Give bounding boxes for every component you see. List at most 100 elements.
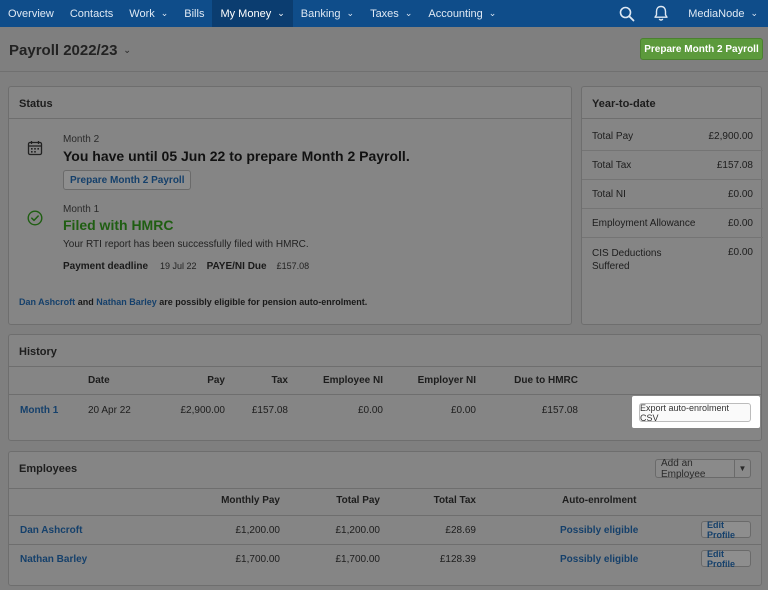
ytd-heading: Year-to-date [582,87,761,119]
divider [582,208,763,209]
page-title-text: Payroll 2022/23 [9,42,118,59]
history-pay: £2,900.00 [180,405,226,416]
nav-label: Taxes [370,7,399,20]
org-switcher[interactable]: MediaNode ⌄ [682,8,768,20]
history-tax: £157.08 [251,405,288,416]
ytd-panel: Year-to-date Total Pay £2,900.00 Total Ta… [581,86,763,325]
export-csv-button[interactable]: Export auto-enrolment CSV [639,403,751,423]
nav-label: Work [129,7,155,20]
employees-heading: Employees [9,452,761,489]
column-header: Tax [271,375,289,386]
paye-value: £157.08 [276,261,310,271]
ytd-value: £0.00 [727,189,753,200]
employee-total-tax: £28.69 [445,525,476,536]
employee-total-pay: £1,200.00 [335,525,381,536]
nav-work[interactable]: Work ⌄ [121,0,176,27]
employees-panel: Employees [8,451,762,586]
nav-label: Contacts [69,7,114,20]
check-circle-icon [27,210,43,229]
column-header: Date [88,375,110,386]
employee-name-link[interactable]: Nathan Barley [20,554,87,565]
divider [9,515,762,516]
employee-monthly-pay: £1,200.00 [235,525,281,536]
ytd-row: CIS Deductions Suffered £0.00 [582,247,763,273]
history-date: 20 Apr 22 [88,405,131,416]
add-employee-label: Add an Employee [661,457,706,480]
ytd-row: Employment Allowance £0.00 [582,218,763,229]
pension-suffix: are possibly eligible for pension auto-e… [159,297,368,307]
employee-total-pay: £1,700.00 [335,554,381,565]
nav-banking[interactable]: Banking ⌄ [293,0,362,27]
edit-profile-button[interactable]: Edit Profile [701,520,751,540]
ytd-label: Total NI [592,189,626,200]
employee-monthly-pay: £1,700.00 [235,554,281,565]
nav-label: Overview [8,7,54,20]
status-heading: Status [9,87,571,119]
calendar-icon [27,140,43,159]
ytd-row: Total Pay £2,900.00 [582,131,763,142]
nav-overview[interactable]: Overview [0,0,62,27]
column-header: Monthly Pay [221,495,280,506]
ytd-label: CIS Deductions Suffered [592,248,662,272]
history-due: £157.08 [541,405,578,416]
history-period-link[interactable]: Month 1 [20,405,58,416]
auto-enrolment-status-link[interactable]: Possibly eligible [560,554,638,565]
nav-my-money[interactable]: My Money ⌄ [212,0,293,27]
upcoming-payroll: Month 2 You have until 05 Jun 22 to prep… [63,134,410,190]
status-panel: Status Month 2 You have until 05 Jun 22 … [8,86,572,325]
chevron-down-icon[interactable]: ▼ [734,460,750,477]
divider [582,237,763,238]
nav-accounting[interactable]: Accounting ⌄ [420,0,504,27]
upcoming-period: Month 2 [63,134,100,145]
nav-contacts[interactable]: Contacts [62,0,121,27]
ytd-value: £0.00 [727,218,753,229]
history-employer-ni: £0.00 [450,405,476,416]
chevron-down-icon: ⌄ [277,8,285,18]
divider [9,544,762,545]
chevron-down-icon: ⌄ [160,8,169,18]
nav-label: Bills [184,7,205,20]
page-title[interactable]: Payroll 2022/23 ⌄ [9,42,131,59]
column-header: Employee NI [322,375,383,386]
filed-period: Month 1 [63,204,100,215]
prepare-payroll-button[interactable]: Prepare Month 2 Payroll [640,38,763,60]
nav-label: My Money [220,7,272,20]
employee-link[interactable]: Nathan Barley [96,297,157,307]
nav-bills[interactable]: Bills [176,0,212,27]
top-navigation: Overview Contacts Work ⌄ Bills My Money ⌄ … [0,0,768,27]
nav-right-area: MediaNode ⌄ [614,0,768,27]
pension-note: Dan Ashcroft and Nathan Barley are possi… [19,297,367,307]
filed-payroll: Month 1 Filed with HMRC Your RTI report … [63,204,309,272]
ytd-label: Total Pay [592,131,634,142]
column-header: Employer NI [417,375,476,386]
employee-link[interactable]: Dan Ashcroft [19,297,75,307]
prepare-month-button[interactable]: Prepare Month 2 Payroll [63,170,192,190]
column-header: Total Tax [433,495,476,506]
employee-total-tax: £128.39 [439,554,476,565]
divider [9,394,762,395]
filed-title: Filed with HMRC [63,217,174,233]
bell-icon[interactable] [648,0,674,27]
ytd-value: £157.08 [716,160,753,171]
history-employee-ni: £0.00 [357,405,383,416]
employee-name-link[interactable]: Dan Ashcroft [20,525,82,536]
ytd-label: Employment Allowance [592,218,696,229]
nav-taxes[interactable]: Taxes ⌄ [362,0,420,27]
payment-deadline-row: Payment deadline 19 Jul 22 PAYE/NI Due £… [63,261,309,272]
ytd-row: Total NI £0.00 [582,189,763,200]
column-header: Pay [207,375,225,386]
chevron-down-icon: ⌄ [750,8,758,18]
deadline-label: Payment deadline [63,261,149,272]
auto-enrolment-status-link[interactable]: Possibly eligible [560,525,638,536]
chevron-down-icon: ⌄ [488,8,497,18]
org-name: MediaNode [688,7,745,20]
ytd-row: Total Tax £157.08 [582,160,763,171]
chevron-down-icon: ⌄ [346,8,355,18]
column-header: Total Pay [336,495,380,506]
chevron-down-icon: ⌄ [123,45,131,55]
search-icon[interactable] [614,0,640,27]
edit-profile-button[interactable]: Edit Profile [701,549,751,569]
add-employee-button[interactable]: Add an Employee ▼ [655,457,751,480]
paye-label: PAYE/NI Due [206,261,267,272]
nav-label: Accounting [428,7,483,20]
